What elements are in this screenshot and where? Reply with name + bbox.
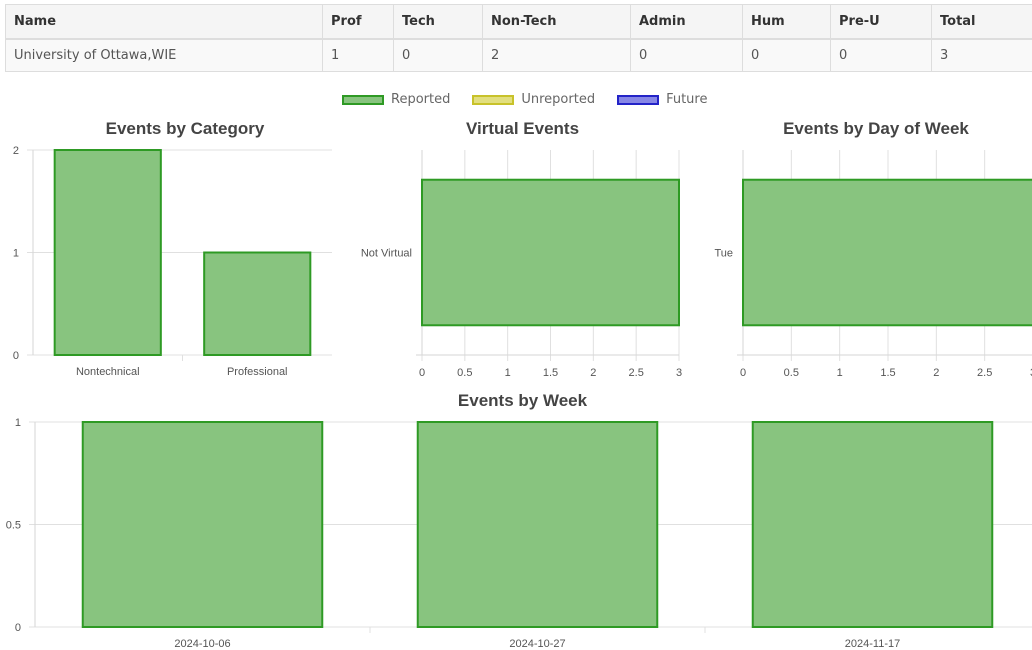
x-tick-label-virtual-2: 1: [505, 367, 511, 379]
bar-week-1: [416, 421, 659, 628]
x-tick-label-dayofweek-3: 1.5: [880, 367, 895, 379]
chart-dayofweek: [737, 150, 1032, 361]
x-tick-label-dayofweek-0: 0: [740, 367, 746, 379]
y-tick-label-dayofweek-0: Tue: [714, 248, 733, 260]
y-tick-label-week-0: 0: [15, 622, 21, 634]
x-tick-label-week-1: 2024-10-27: [509, 638, 565, 650]
bar-virtual-0: [421, 178, 680, 327]
y-tick-label-week-2: 1: [15, 417, 21, 429]
chart-virtual: [416, 150, 680, 361]
x-tick-label-week-2: 2024-11-17: [845, 638, 900, 650]
x-tick-label-virtual-3: 1.5: [543, 367, 558, 379]
bar-week-2: [751, 421, 994, 628]
y-tick-label-category-2: 2: [13, 145, 19, 157]
x-tick-label-dayofweek-1: 0.5: [784, 367, 799, 379]
x-tick-label-virtual-6: 3: [676, 367, 682, 379]
x-tick-label-virtual-5: 2.5: [629, 367, 644, 379]
x-tick-label-virtual-0: 0: [419, 367, 425, 379]
x-tick-label-dayofweek-4: 2: [933, 367, 939, 379]
charts-canvas: 0 1 2 Nontechnical Professional 0 0.5 1 1.5 2 2.5 3…: [6, 145, 1032, 650]
bar-category-0: [53, 149, 162, 356]
x-tick-label-category-1: Professional: [227, 366, 288, 378]
chart-category: [27, 149, 332, 361]
y-tick-label-virtual-0: Not Virtual: [361, 248, 412, 260]
x-tick-label-dayofweek-2: 1: [837, 367, 843, 379]
x-tick-label-dayofweek-5: 2.5: [977, 367, 992, 379]
chart-week: [29, 421, 1032, 633]
y-tick-label-category-1: 1: [13, 248, 19, 260]
y-tick-label-week-1: 0.5: [6, 520, 21, 532]
x-tick-label-virtual-4: 2: [590, 367, 596, 379]
y-tick-label-category-0: 0: [13, 350, 19, 362]
bar-category-1: [203, 251, 312, 356]
x-tick-label-week-0: 2024-10-06: [174, 638, 230, 650]
bar-dayofweek-0: [742, 178, 1032, 327]
bar-week-0: [81, 421, 324, 628]
x-tick-label-virtual-1: 0.5: [457, 367, 472, 379]
x-tick-label-category-0: Nontechnical: [76, 366, 140, 378]
